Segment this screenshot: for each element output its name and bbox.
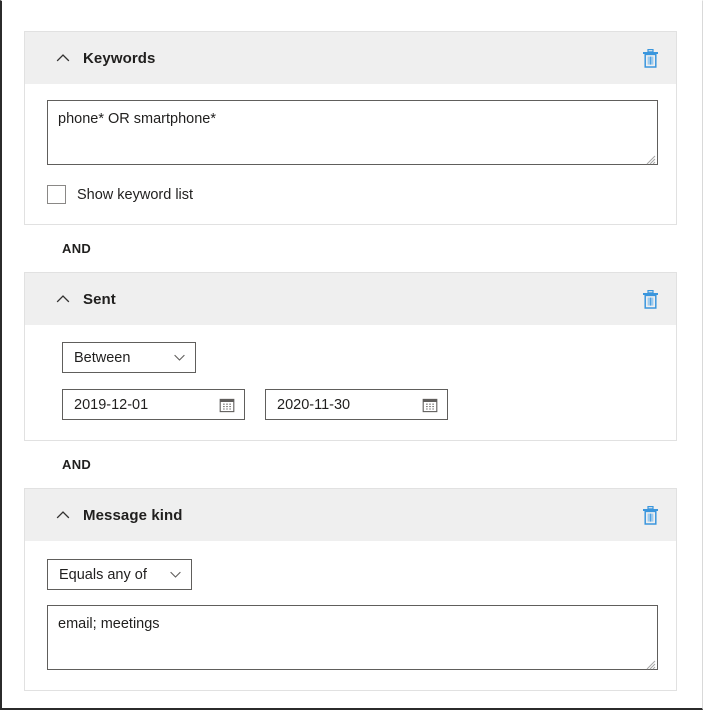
message-kind-operator-dropdown[interactable]: Equals any of [47,559,192,590]
trash-icon[interactable] [638,287,662,311]
condition-card-keywords: Keywords [24,31,677,225]
chevron-up-icon[interactable] [55,507,71,523]
keywords-input[interactable] [47,100,658,165]
show-keyword-list-checkbox-row[interactable]: Show keyword list [47,185,193,204]
sent-operator-value: Between [74,350,130,366]
condition-body-sent: Between 2019-12-01 [25,325,676,440]
query-builder-page: Keywords [0,0,703,710]
condition-card-sent: Sent Between [24,272,677,441]
condition-card-message-kind: Message kind Equals any of [24,488,677,691]
sent-start-date-field[interactable]: 2019-12-01 [62,389,245,420]
condition-body-keywords: Show keyword list [25,84,676,224]
separator-label: AND [62,241,91,256]
condition-title: Sent [83,291,116,308]
sent-date-range: 2019-12-01 2020-11-30 [62,389,658,420]
condition-title: Message kind [83,507,183,524]
condition-list: Keywords [24,31,677,710]
message-kind-operator-value: Equals any of [59,567,147,583]
sent-start-date-value: 2019-12-01 [74,397,148,413]
condition-header-sent: Sent [25,273,676,325]
calendar-icon[interactable] [421,396,439,414]
condition-body-message-kind: Equals any of [25,541,676,690]
message-kind-textarea-wrap [47,605,658,670]
chevron-down-icon [173,351,186,364]
chevron-up-icon[interactable] [55,50,71,66]
trash-icon[interactable] [638,46,662,70]
calendar-icon[interactable] [218,396,236,414]
separator-and-1: AND [24,225,677,272]
sent-operator-dropdown[interactable]: Between [62,342,196,373]
separator-and-2: AND [24,441,677,488]
sent-end-date-field[interactable]: 2020-11-30 [265,389,448,420]
condition-header-keywords: Keywords [25,32,676,84]
keywords-textarea-wrap [47,100,658,165]
condition-title: Keywords [83,50,156,67]
separator-label: AND [62,457,91,472]
chevron-up-icon[interactable] [55,291,71,307]
message-kind-input[interactable] [47,605,658,670]
show-keyword-list-checkbox[interactable] [47,185,66,204]
trash-icon[interactable] [638,503,662,527]
sent-end-date-value: 2020-11-30 [277,397,350,413]
show-keyword-list-label: Show keyword list [77,187,193,203]
condition-header-message-kind: Message kind [25,489,676,541]
chevron-down-icon [169,568,182,581]
